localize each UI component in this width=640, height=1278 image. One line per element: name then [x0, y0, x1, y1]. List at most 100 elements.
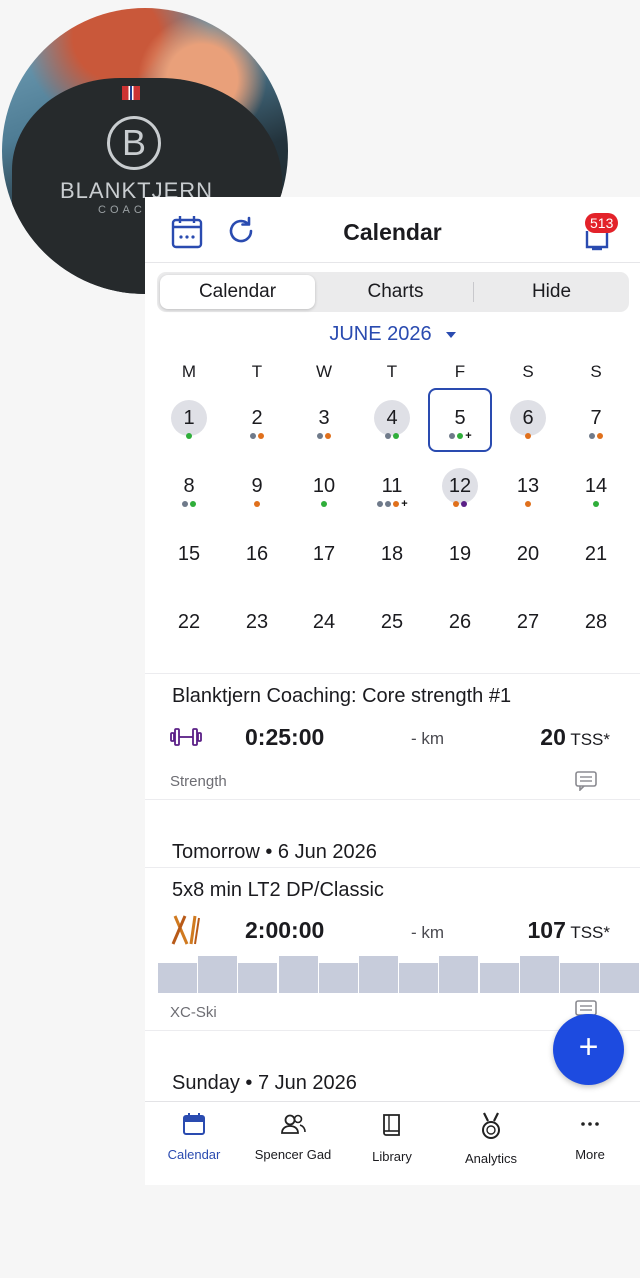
activity-dot [250, 433, 256, 439]
tab-analytics[interactable]: Analytics [442, 1112, 540, 1166]
add-workout-button[interactable]: + [553, 1014, 624, 1085]
workout-duration: 2:00:00 [245, 917, 325, 943]
intensity-bar [278, 956, 318, 993]
workout-distance: - km [411, 729, 445, 748]
calendar-day[interactable]: 11 + [372, 468, 412, 510]
day-number: 18 [380, 543, 404, 565]
chevron-down-icon [445, 331, 456, 338]
workout-tss: 20 TSS* [540, 724, 610, 751]
activity-dots [304, 433, 344, 441]
activity-dot [453, 501, 459, 507]
activity-dot [461, 501, 467, 507]
tss-unit: TSS* [570, 923, 610, 942]
calendar-day[interactable]: 4 [372, 400, 412, 440]
activity-dot [589, 433, 595, 439]
calendar-day[interactable]: 18 [372, 536, 412, 576]
activity-dot [317, 433, 323, 439]
tab-label: Calendar [167, 1147, 221, 1162]
calendar-day[interactable]: 8 [169, 468, 209, 508]
calendar-day[interactable]: 22 [169, 604, 209, 644]
day-heading: Sunday • 7 Jun 2026 [172, 1072, 357, 1094]
activity-dot [385, 433, 391, 439]
calendar-day[interactable]: 7 [576, 400, 616, 440]
workout-type: XC-Ski [170, 1004, 217, 1021]
day-number: 12 [442, 468, 478, 504]
brand-logo: B [107, 116, 161, 170]
activity-dots [576, 433, 616, 441]
calendar-day[interactable]: 12 [440, 468, 480, 508]
intensity-bar [399, 963, 439, 993]
workout-duration: 0:25:00 [245, 724, 325, 750]
day-number: 14 [584, 475, 608, 497]
day-number: 8 [183, 475, 195, 497]
calendar-day[interactable]: 10 [304, 468, 344, 508]
workout-title[interactable]: Blanktjern Coaching: Core strength #1 [172, 685, 511, 708]
month-selector[interactable]: JUNE 2026 [145, 323, 640, 346]
weekday-label: M [181, 362, 197, 381]
calendar-day[interactable]: 27 [508, 604, 548, 644]
section-divider [145, 673, 640, 674]
day-number: 1 [171, 400, 207, 436]
workout-title[interactable]: 5x8 min LT2 DP/Classic [172, 879, 384, 902]
calendar-day[interactable]: 6 [508, 400, 548, 440]
calendar-day[interactable]: 9 [237, 468, 277, 508]
activity-dot [525, 433, 531, 439]
activity-dot [593, 501, 599, 507]
calendar-day[interactable]: 23 [237, 604, 277, 644]
calendar-day[interactable]: 5 + [440, 400, 480, 442]
calendar-day[interactable]: 17 [304, 536, 344, 576]
calendar-day[interactable]: 2 [237, 400, 277, 440]
tab-calendar[interactable]: Calendar [145, 1112, 243, 1162]
weekday-label: W [315, 362, 333, 381]
workout-distance: - km [411, 923, 445, 942]
activity-dots [576, 501, 616, 509]
top-bar: Calendar 513 [145, 197, 640, 263]
tab-label: Spencer Gad [254, 1147, 332, 1162]
day-number: 19 [448, 543, 472, 565]
weekday-label: T [251, 362, 263, 381]
day-number: 25 [380, 611, 404, 633]
intensity-bar [158, 963, 197, 993]
segment-calendar[interactable]: Calendar [160, 275, 315, 309]
activity-dot [321, 501, 327, 507]
segment-charts[interactable]: Charts [318, 272, 473, 312]
day-number: 17 [312, 543, 336, 565]
activity-dots [237, 433, 277, 441]
tab-more[interactable]: More [541, 1112, 639, 1162]
day-number: 15 [177, 543, 201, 565]
calendar-icon [182, 1113, 206, 1140]
calendar-day[interactable]: 25 [372, 604, 412, 644]
calendar-day[interactable]: 14 [576, 468, 616, 508]
calendar-day[interactable]: 15 [169, 536, 209, 576]
notification-badge[interactable]: 513 [585, 213, 619, 233]
calendar-day[interactable]: 13 [508, 468, 548, 508]
workout-tss: 107 TSS* [528, 917, 610, 944]
tab-library[interactable]: Library [343, 1112, 441, 1164]
calendar-day[interactable]: 26 [440, 604, 480, 644]
calendar-day[interactable]: 28 [576, 604, 616, 644]
xc-ski-icon [171, 914, 201, 951]
calendar-day[interactable]: 16 [237, 536, 277, 576]
intensity-bar [198, 956, 238, 993]
tss-unit: TSS* [570, 730, 610, 749]
calendar-day[interactable]: 21 [576, 536, 616, 576]
calendar-day[interactable]: 1 [169, 400, 209, 440]
activity-dots: + [440, 430, 480, 442]
calendar-day[interactable]: 19 [440, 536, 480, 576]
section-divider [145, 867, 640, 868]
month-label: JUNE 2026 [329, 323, 432, 345]
intensity-bar [479, 963, 519, 993]
activity-dot [597, 433, 603, 439]
tab-athlete[interactable]: Spencer Gad [244, 1112, 342, 1162]
tab-label: More [575, 1147, 605, 1162]
activity-dot [393, 501, 400, 507]
tab-label: Library [372, 1149, 412, 1164]
calendar-day[interactable]: 24 [304, 604, 344, 644]
segment-hide[interactable]: Hide [474, 272, 629, 312]
comment-icon[interactable] [575, 771, 597, 796]
bottom-tab-bar: Calendar Spencer Gad Library Analytics M… [145, 1101, 640, 1185]
plus-icon: + [465, 430, 472, 442]
calendar-day[interactable]: 3 [304, 400, 344, 440]
calendar-day[interactable]: 20 [508, 536, 548, 576]
intensity-bar [519, 956, 559, 993]
